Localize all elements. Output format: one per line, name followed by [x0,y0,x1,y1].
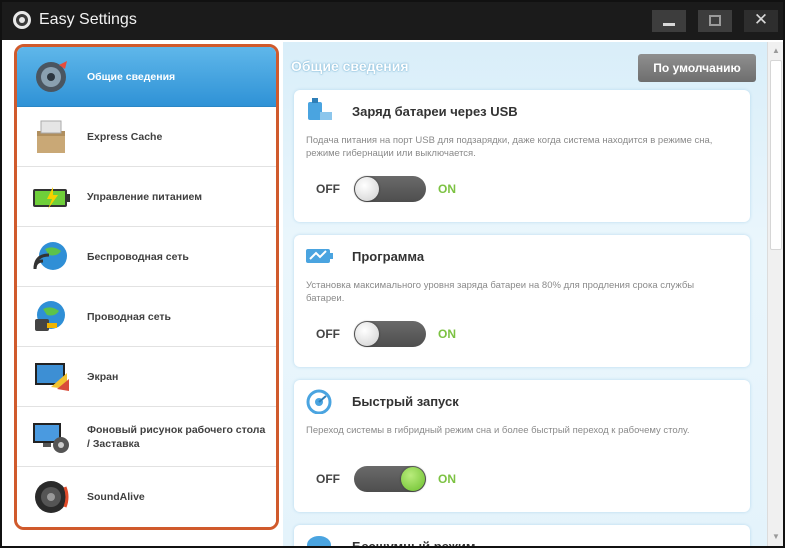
maximize-icon [709,15,721,26]
fast-boot-icon [306,389,332,414]
card-program: Программа Установка максимального уровня… [294,235,750,367]
window-title: Easy Settings [39,11,137,28]
sidebar-item-label: Проводная сеть [87,311,171,323]
sidebar-item-general[interactable]: Общие сведения [17,47,276,107]
card-silent-mode: Бесшумный режим [294,525,750,548]
sidebar-item-label: Управление питанием [87,191,203,203]
sidebar: Общие сведения Express Cache Управление … [14,44,279,530]
toggle-on-label: ON [438,182,456,196]
sidebar-item-label: Фоновый рисунок рабочего стола / Заставк… [87,424,266,450]
display-icon [35,363,69,391]
scroll-up-icon[interactable]: ▲ [770,44,782,58]
sidebar-item-label: Беспроводная сеть [87,251,189,263]
default-button[interactable]: По умолчанию [638,54,756,82]
main-panel: Общие сведения По умолчанию Заряд батаре… [283,42,767,548]
sidebar-item-label: Экран [87,371,119,383]
minimize-button[interactable] [652,10,686,32]
cache-box-icon [37,120,65,153]
card-title: Бесшумный режим [352,539,476,548]
card-title: Заряд батареи через USB [352,104,518,119]
close-icon: ✕ [753,10,769,29]
sidebar-item-label: SoundAlive [87,491,145,503]
wallpaper-icon [33,423,69,453]
close-button[interactable]: ✕ [744,10,778,32]
card-title: Программа [352,249,425,264]
sidebar-item-wired[interactable]: Проводная сеть [17,287,276,347]
card-usb-charge: Заряд батареи через USB Подача питания н… [294,90,750,222]
card-description: Установка максимального уровня заряда ба… [306,280,695,304]
scroll-thumb[interactable] [770,60,782,250]
toggle-off-label: OFF [316,327,340,341]
toggle-knob[interactable] [355,322,379,346]
sidebar-item-express-cache[interactable]: Express Cache [17,107,276,167]
gear-icon [36,61,67,92]
usb-charge-icon [308,98,332,120]
silent-mode-icon [307,536,331,546]
card-title: Быстрый запуск [352,394,459,409]
toggle-off-label: OFF [316,472,340,486]
sidebar-item-label: Общие сведения [87,71,176,83]
scroll-down-icon[interactable]: ▼ [770,530,782,544]
sidebar-item-display[interactable]: Экран [17,347,276,407]
maximize-button[interactable] [698,10,732,32]
wireless-globe-icon [33,242,67,270]
toggle-on-label: ON [438,472,456,486]
section-title: Общие сведения [291,58,409,74]
scrollbar[interactable]: ▲ ▼ [767,42,783,546]
toggle-knob[interactable] [401,467,425,491]
sidebar-item-wireless[interactable]: Беспроводная сеть [17,227,276,287]
sidebar-item-wallpaper[interactable]: Фоновый рисунок рабочего стола / Заставк… [17,407,276,467]
fast-boot-toggle[interactable] [354,466,426,492]
minimize-icon [663,23,675,26]
app-icon [13,11,31,29]
program-toggle[interactable] [354,321,426,347]
speaker-icon [35,481,69,513]
battery-program-icon [306,249,333,263]
card-description: Подача питания на порт USB для подзарядк… [306,135,713,159]
easy-settings-window: Easy Settings ✕ Общие сведения Express C… [0,0,785,548]
toggle-off-label: OFF [316,182,340,196]
sidebar-item-soundalive[interactable]: SoundAlive [17,467,276,527]
usb-charge-toggle[interactable] [354,176,426,202]
wired-network-icon [35,301,65,331]
toggle-on-label: ON [438,327,456,341]
battery-icon [33,187,70,209]
card-description: Переход системы в гибридный режим сна и … [306,425,690,436]
sidebar-item-power[interactable]: Управление питанием [17,167,276,227]
sidebar-item-label: Express Cache [87,131,163,143]
card-fast-boot: Быстрый запуск Переход системы в гибридн… [294,380,750,512]
toggle-knob[interactable] [355,177,379,201]
title-bar[interactable]: Easy Settings ✕ [2,2,783,40]
